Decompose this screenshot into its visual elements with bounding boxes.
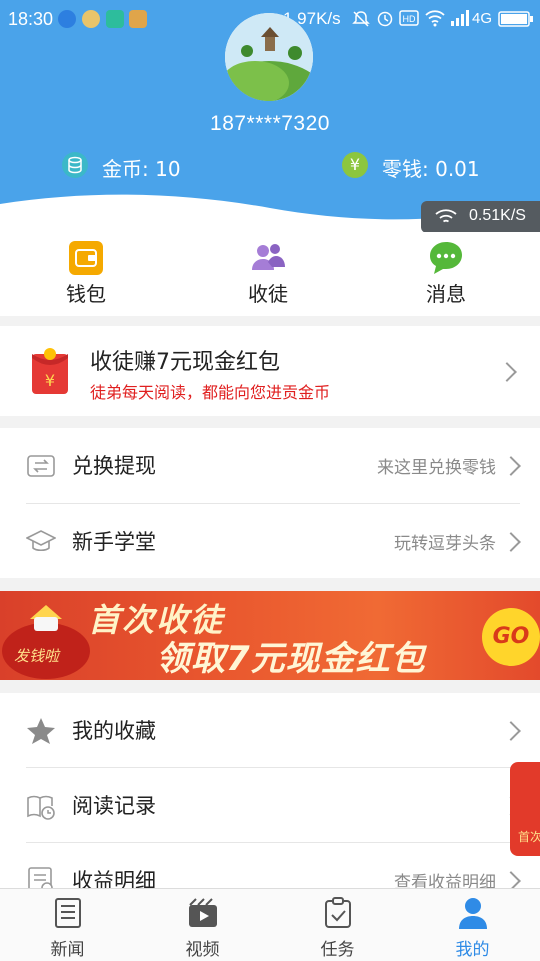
menu-item-history[interactable]: 阅读记录: [0, 768, 540, 842]
wallet-label: 钱包: [66, 282, 106, 306]
net-speed-badge-text: 0.51K/S: [469, 207, 526, 224]
book-clock-icon: [27, 795, 55, 820]
tab-mine[interactable]: 我的: [405, 889, 540, 961]
menu-item-label: 新手学堂: [72, 530, 156, 554]
task-icon: [325, 897, 351, 928]
svg-text:HD: HD: [403, 14, 416, 24]
coins-stat[interactable]: 金币: 10: [62, 150, 242, 181]
yuan-icon: ¥: [342, 152, 368, 178]
recruit-promo[interactable]: ¥ 收徒赚7元现金红包 徒弟每天阅读，都能向您进贡金币: [0, 326, 540, 416]
tab-label: 新闻: [50, 940, 85, 960]
news-icon: [55, 898, 81, 928]
user-phone: 187****7320: [210, 112, 330, 135]
svg-text:¥: ¥: [45, 371, 55, 390]
coin-icon: [62, 152, 88, 178]
avatar[interactable]: [225, 13, 313, 101]
menu-item-hint: 玩转逗芽头条: [394, 534, 496, 554]
recruit-button[interactable]: 收徒: [208, 232, 328, 316]
promo-title: 收徒赚7元现金红包: [90, 350, 280, 375]
floating-red-packet[interactable]: 首次: [510, 762, 540, 856]
network-type: 4G: [472, 10, 493, 27]
scan-icon: [106, 10, 124, 28]
battery-icon: [498, 11, 533, 27]
change-label: 零钱: 0.01: [382, 157, 480, 181]
menu-group-2: 我的收藏 阅读记录 收益明细 查看收益明细: [0, 693, 540, 895]
wallet-icon: [69, 241, 103, 275]
menu-item-hint: 来这里兑换零钱: [377, 458, 496, 478]
menu-item-label: 我的收藏: [72, 719, 156, 743]
tab-tasks[interactable]: 任务: [270, 889, 405, 961]
banner-go-button[interactable]: GO: [482, 608, 540, 666]
net-speed-badge: 0.51K/S: [421, 201, 540, 232]
menu-item-tutorial[interactable]: 新手学堂 玩转逗芽头条: [0, 504, 540, 578]
red-packet-icon: ¥: [32, 348, 68, 394]
exchange-icon: [27, 455, 55, 477]
qq-icon: [58, 10, 76, 28]
menu-item-favorites[interactable]: 我的收藏: [0, 693, 540, 767]
recruit-label: 收徒: [248, 282, 288, 306]
chevron-right-icon: [501, 456, 521, 476]
wallet-button[interactable]: 钱包: [26, 232, 146, 316]
profile-header: 18:30 1.97K/s HD 4G 187****7320 金币: 10 ¥…: [0, 0, 540, 232]
signal-icon: [451, 10, 469, 26]
message-icon: [430, 242, 462, 274]
graduation-cap-icon: [26, 530, 56, 552]
quick-actions: 钱包 收徒 消息: [0, 232, 540, 316]
banner-badge: 发钱啦: [14, 647, 60, 665]
menu-group-1: 兑换提现 来这里兑换零钱 新手学堂 玩转逗芽头条: [0, 428, 540, 578]
app-icon: [129, 10, 147, 28]
tab-label: 任务: [320, 940, 355, 960]
tab-label: 我的: [455, 940, 490, 960]
chevron-right-icon: [501, 721, 521, 741]
chevron-right-icon: [501, 532, 521, 552]
mute-icon: [352, 11, 370, 27]
promo-subtitle: 徒弟每天阅读，都能向您进贡金币: [90, 383, 331, 402]
coins-label: 金币: 10: [102, 157, 181, 181]
banner-line-2: 领取7元现金红包: [156, 639, 426, 679]
avatar-image: [225, 13, 313, 101]
recruit-banner[interactable]: 发钱啦 首次收徒 领取7元现金红包: [0, 591, 540, 680]
change-stat[interactable]: ¥ 零钱: 0.01: [342, 150, 522, 181]
alarm-icon: [377, 11, 393, 27]
bottom-tab-bar: 新闻 视频 任务 我的: [0, 888, 540, 961]
floating-red-packet-label: 首次: [518, 830, 540, 844]
wechat-icon: [82, 10, 100, 28]
wifi-icon: [435, 209, 457, 223]
tab-video[interactable]: 视频: [135, 889, 270, 961]
users-icon: [252, 244, 285, 270]
menu-item-label: 兑换提现: [72, 454, 156, 478]
message-label: 消息: [426, 282, 466, 306]
profile-icon: [459, 898, 487, 929]
video-icon: [189, 898, 217, 927]
money-bag-icon: [2, 605, 90, 679]
star-icon: [27, 718, 55, 744]
menu-item-label: 阅读记录: [72, 794, 156, 818]
message-button[interactable]: 消息: [386, 232, 506, 316]
status-time: 18:30: [8, 9, 54, 29]
hd-icon: HD: [399, 10, 419, 26]
tab-news[interactable]: 新闻: [0, 889, 135, 961]
wifi-icon: [425, 10, 445, 27]
menu-item-exchange[interactable]: 兑换提现 来这里兑换零钱: [0, 428, 540, 502]
tab-label: 视频: [185, 940, 220, 960]
chevron-right-icon: [497, 362, 517, 382]
